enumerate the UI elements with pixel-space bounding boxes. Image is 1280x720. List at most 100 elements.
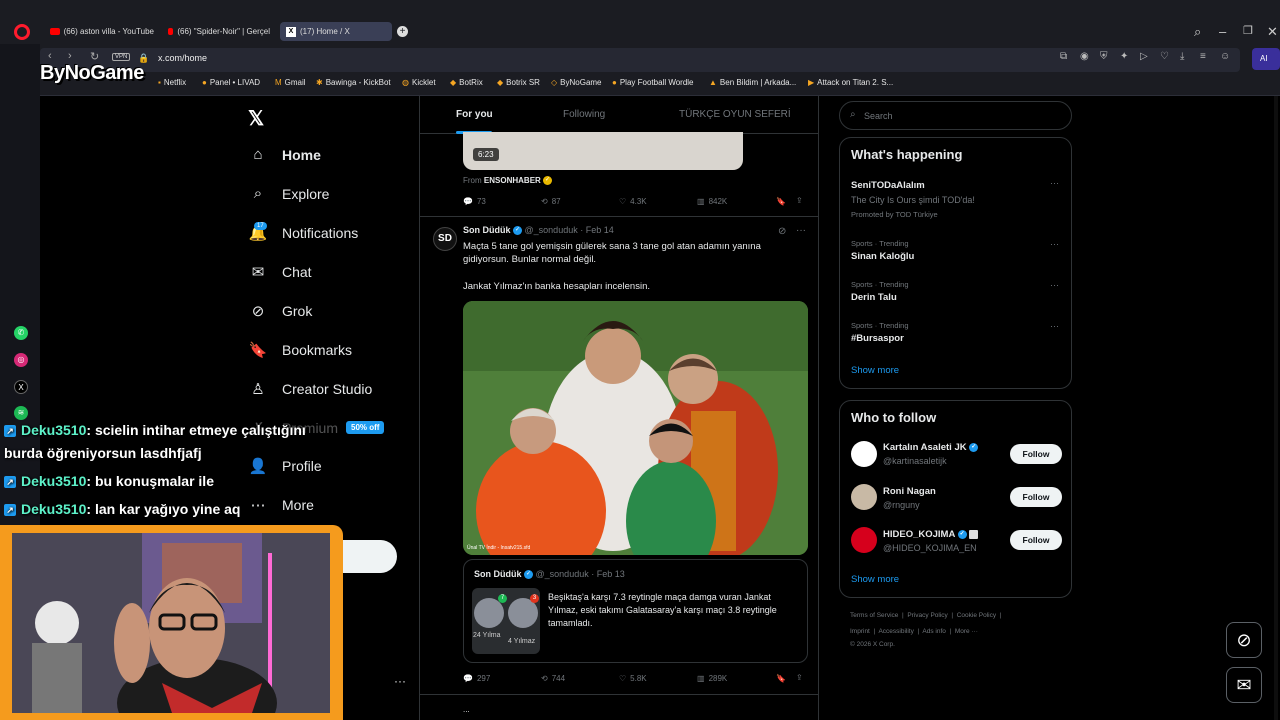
bookmark-football-wordle[interactable]: ● Play Football Wordle [612,78,694,87]
nav-explore[interactable]: ⌕ Explore [248,185,330,202]
footer-link[interactable]: Ads info [922,628,946,635]
footer-link[interactable]: Privacy Policy [907,612,947,619]
tab-youtube-aston-villa[interactable]: (66) aston villa - YouTube [44,22,160,41]
download-icon[interactable]: ⤓ [1180,51,1184,62]
like-button[interactable]: ♡ 4.3K [619,197,647,206]
vpn-badge[interactable]: VPN [112,53,131,61]
post-image[interactable]: Ünal TV İndir - Insatv215.sfd [463,301,808,555]
footer-link[interactable]: Accessibility [878,628,913,635]
trend-title[interactable]: Sinan Kaloğlu [851,251,914,262]
next-post-preview[interactable]: ... [463,705,470,714]
bookmark-post-icon[interactable]: 🔖 [776,197,786,206]
footer-link[interactable]: More ··· [955,628,978,635]
url-text[interactable]: x.com/home [158,53,207,63]
views-button[interactable]: ▥ 289K [697,674,727,683]
account-name[interactable]: HIDEO_KOJIMA ✓ [883,529,979,540]
messages-fab-button[interactable]: ✉ [1226,667,1262,703]
bookmark-bynogame[interactable]: ◇ ByNoGame [551,78,602,87]
new-tab-button[interactable]: + [397,26,408,37]
search-input[interactable]: ⌕ Search [839,101,1072,130]
footer-link[interactable]: Cookie Policy [957,612,996,619]
repost-button[interactable]: ⟲ 744 [541,674,565,683]
show-more-link[interactable]: Show more [851,574,899,585]
source-name[interactable]: ENSONHABER [484,176,541,185]
post-more-icon[interactable]: ··· [796,225,806,236]
post-date[interactable]: · Feb 14 [580,225,614,235]
nav-more[interactable]: ⋯ More [248,496,314,514]
trend-more-icon[interactable]: ··· [1050,239,1059,249]
minimize-icon[interactable]: – [1219,24,1226,39]
reply-button[interactable]: 💬 73 [463,197,486,206]
avatar[interactable]: SD [433,227,457,251]
trend-title[interactable]: #Bursaspor [851,333,904,344]
account-menu-icon[interactable]: ··· [394,674,406,688]
trend-more-icon[interactable]: ··· [1050,178,1059,188]
tab-x-home[interactable]: X (17) Home / X [280,22,392,41]
footer-link[interactable]: Imprint [850,628,870,635]
account-name[interactable]: Roni Nagan [883,486,936,497]
share-icon[interactable]: ⇪ [796,673,803,682]
grok-fab-button[interactable]: ⊘ [1226,622,1262,658]
profile-icon[interactable]: ☺ [1220,51,1230,62]
author-handle[interactable]: @_sonduduk [525,225,578,235]
heart-icon[interactable]: ♡ [1160,51,1169,62]
nav-profile[interactable]: 👤 Profile [248,457,322,475]
follow-button[interactable]: Follow [1010,530,1062,550]
views-button[interactable]: ▥ 842K [697,197,727,206]
shield-icon[interactable]: ⛨ [1100,51,1108,62]
restore-icon[interactable]: ❐ [1243,24,1253,37]
avatar[interactable] [851,484,877,510]
avatar[interactable] [851,441,877,467]
snapshot-icon[interactable]: ⧉ [1060,51,1067,62]
account-name[interactable]: Kartalın Asaleti JK ✓ [883,442,979,453]
instagram-icon[interactable]: ◎ [14,353,28,367]
menu-icon[interactable]: ≡ [1200,51,1206,62]
spotify-icon[interactable]: ≋ [14,406,28,420]
repost-button[interactable]: ⟲ 87 [541,197,561,206]
nav-bookmarks[interactable]: 🔖 Bookmarks [248,341,352,359]
forward-icon[interactable]: › [68,50,72,62]
bookmark-netflix[interactable]: ▪ Netflix [158,78,186,87]
extension-icon[interactable]: ✦ [1120,51,1128,62]
nav-grok[interactable]: ⊘ Grok [248,302,313,320]
x-logo-icon[interactable]: 𝕏 [248,106,264,131]
x-sidebar-icon[interactable]: X [14,380,28,394]
camera-icon[interactable]: ◉ [1080,51,1089,62]
trend-title[interactable]: Derin Talu [851,292,897,303]
previous-post-video[interactable]: 6:23 [463,132,743,170]
close-icon[interactable]: ✕ [1267,24,1278,40]
scrollbar[interactable] [1274,96,1278,720]
nav-chat[interactable]: ✉ Chat [248,263,312,281]
opera-logo-icon[interactable] [14,24,30,40]
avatar[interactable] [851,527,877,553]
ai-button[interactable]: AI [1252,48,1280,70]
bookmark-botrix-sr[interactable]: ◆ Botrix SR [497,78,540,87]
reply-button[interactable]: 💬 297 [463,674,490,683]
whatsapp-icon[interactable]: ✆ [14,326,28,340]
bookmark-bawinga[interactable]: ✱ Bawinga - KickBot [316,78,391,87]
bookmark-ben-bildim[interactable]: ▲ Ben Bildim | Arkada... [709,78,796,87]
tab-turkce-oyun-seferi[interactable]: TÜRKÇE OYUN SEFERİ [679,109,791,120]
bookmark-gmail[interactable]: M Gmail [275,78,306,87]
bookmark-panel-livad[interactable]: ● Panel • LIVAD [202,78,260,87]
player-icon[interactable]: ▷ [1140,51,1148,62]
search-tabs-icon[interactable]: ⌕ [1194,24,1201,40]
trend-title[interactable]: SeniTODaAlalım [851,180,925,191]
bookmark-attack-on-titan[interactable]: ▶ Attack on Titan 2. S... [808,78,893,87]
follow-button[interactable]: Follow [1010,487,1062,507]
quoted-post[interactable]: Son Düdük ✓ @_sonduduk · Feb 13 7 3 24 Y… [463,559,808,663]
author-name[interactable]: Son Düdük [463,225,511,235]
grok-post-icon[interactable]: ⊘ [778,226,786,237]
like-button[interactable]: ♡ 5.8K [619,674,647,683]
bookmark-botrix[interactable]: ◆ BotRix [450,78,483,87]
back-icon[interactable]: ‹ [48,50,52,62]
trend-more-icon[interactable]: ··· [1050,280,1059,290]
nav-creator-studio[interactable]: ♙ Creator Studio [248,380,372,398]
tab-following[interactable]: Following [563,109,605,120]
show-more-link[interactable]: Show more [851,365,899,376]
nav-home[interactable]: ⌂ Home [248,146,320,163]
bookmark-post-icon[interactable]: 🔖 [776,674,786,683]
bookmark-kicklet[interactable]: ◍ Kicklet [402,78,436,87]
follow-button[interactable]: Follow [1010,444,1062,464]
share-icon[interactable]: ⇪ [796,196,803,205]
